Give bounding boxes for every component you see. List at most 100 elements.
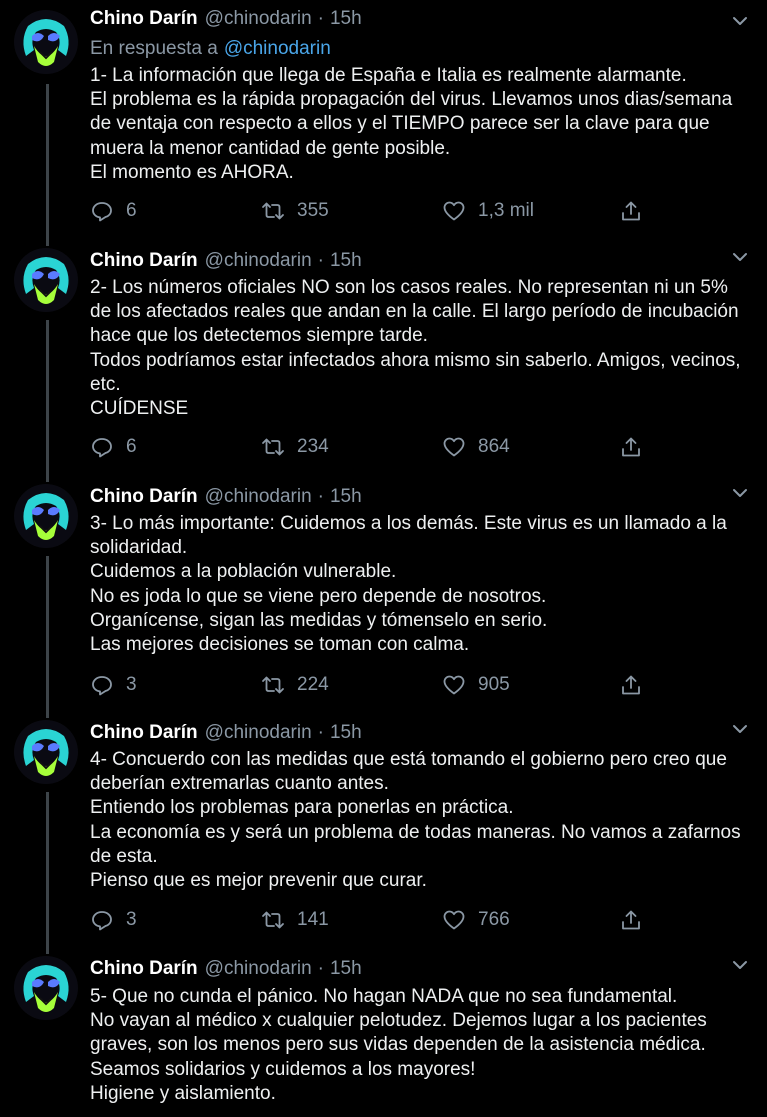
avatar[interactable] (14, 10, 78, 74)
chevron-down-icon[interactable] (731, 14, 749, 28)
separator-dot: · (317, 722, 324, 743)
heart-icon (443, 437, 465, 457)
author-name[interactable]: Chino Darín (90, 8, 198, 30)
avatar[interactable] (14, 720, 78, 784)
reply-count: 3 (126, 674, 137, 695)
share-icon (622, 201, 640, 221)
author-handle[interactable]: @chinodarin (205, 722, 312, 744)
share-button[interactable] (619, 672, 655, 698)
retweet-button[interactable]: 141 (261, 907, 329, 933)
heart-icon (443, 675, 465, 695)
share-button[interactable] (619, 907, 655, 933)
tweet[interactable]: Chino Darín @chinodarin · 15h 5- Que no … (0, 944, 767, 1117)
author-handle[interactable]: @chinodarin (205, 250, 312, 272)
chevron-down-icon[interactable] (731, 486, 749, 500)
chevron-down-icon[interactable] (731, 250, 749, 264)
heart-icon (443, 910, 465, 930)
author-name[interactable]: Chino Darín (90, 486, 198, 508)
author-name[interactable]: Chino Darín (90, 958, 198, 980)
tweet-header: Chino Darín @chinodarin · 15h (90, 8, 362, 38)
reply-icon (92, 202, 112, 222)
author-handle[interactable]: @chinodarin (205, 958, 312, 980)
timestamp[interactable]: 15h (330, 958, 362, 980)
retweet-count: 234 (297, 436, 329, 457)
tweet-text: 4- Concuerdo con las medidas que está to… (90, 749, 741, 892)
reply-button[interactable]: 6 (90, 434, 137, 460)
like-button[interactable]: 1,3 mil (442, 198, 534, 224)
reply-icon (92, 911, 112, 931)
reply-count: 3 (126, 909, 137, 930)
author-handle[interactable]: @chinodarin (205, 8, 312, 30)
reply-button[interactable]: 3 (90, 907, 137, 933)
reply-button[interactable]: 6 (90, 198, 137, 224)
separator-dot: · (317, 958, 324, 979)
reply-icon (92, 438, 112, 458)
reply-context: En respuesta a @chinodarin (90, 38, 331, 60)
retweet-icon (262, 202, 284, 220)
like-count: 864 (478, 436, 510, 457)
author-handle[interactable]: @chinodarin (205, 486, 312, 508)
retweet-icon (262, 911, 284, 929)
thread-connector (46, 708, 49, 718)
thread-connector (46, 472, 49, 482)
separator-dot: · (317, 250, 324, 271)
share-icon (622, 910, 640, 930)
chevron-down-icon[interactable] (731, 958, 749, 972)
timestamp[interactable]: 15h (330, 8, 362, 30)
separator-dot: · (317, 486, 324, 507)
chevron-down-icon[interactable] (731, 722, 749, 736)
retweet-icon (262, 676, 284, 694)
separator-dot: · (317, 8, 324, 29)
retweet-icon (262, 438, 284, 456)
thread-connector (46, 792, 49, 944)
share-icon (622, 675, 640, 695)
thread-connector (46, 320, 49, 472)
tweet[interactable]: Chino Darín @chinodarin · 15h 4- Concuer… (0, 708, 767, 944)
thread-connector (46, 236, 49, 246)
like-count: 766 (478, 909, 510, 930)
tweet[interactable]: Chino Darín @chinodarin · 15h En respues… (0, 0, 767, 236)
retweet-count: 224 (297, 674, 329, 695)
tweet-actions: 3 141 766 (90, 907, 650, 933)
timestamp[interactable]: 15h (330, 722, 362, 744)
retweet-button[interactable]: 234 (261, 434, 329, 460)
reply-label: En respuesta a (90, 38, 218, 59)
share-button[interactable] (619, 434, 655, 460)
like-button[interactable]: 864 (442, 434, 510, 460)
like-button[interactable]: 905 (442, 672, 510, 698)
thread-connector (46, 84, 49, 236)
reply-mention-link[interactable]: @chinodarin (224, 38, 331, 59)
timestamp[interactable]: 15h (330, 250, 362, 272)
tweet-text: 3- Lo más importante: Cuidemos a los dem… (90, 513, 727, 656)
like-button[interactable]: 766 (442, 907, 510, 933)
avatar[interactable] (14, 956, 78, 1020)
tweet-actions: 3 224 905 (90, 672, 650, 698)
like-count: 905 (478, 674, 510, 695)
author-name[interactable]: Chino Darín (90, 250, 198, 272)
retweet-button[interactable]: 224 (261, 672, 329, 698)
retweet-count: 141 (297, 909, 329, 930)
avatar[interactable] (14, 484, 78, 548)
tweet-text: 5- Que no cunda el pánico. No hagan NADA… (90, 986, 707, 1104)
retweet-count: 355 (297, 200, 329, 221)
tweet-actions: 6 355 1,3 mil (90, 198, 650, 224)
tweet-text: 1- La información que llega de España e … (90, 65, 733, 183)
tweet-text: 2- Los números oficiales NO son los caso… (90, 277, 741, 420)
tweet-actions: 6 234 864 (90, 434, 650, 460)
timestamp[interactable]: 15h (330, 486, 362, 508)
tweet-header: Chino Darín @chinodarin · 15h (90, 958, 362, 988)
tweet[interactable]: Chino Darín @chinodarin · 15h 2- Los núm… (0, 236, 767, 472)
tweet[interactable]: Chino Darín @chinodarin · 15h 3- Lo más … (0, 472, 767, 708)
thread-connector (46, 556, 49, 708)
author-name[interactable]: Chino Darín (90, 722, 198, 744)
retweet-button[interactable]: 355 (261, 198, 329, 224)
heart-icon (443, 201, 465, 221)
reply-icon (92, 676, 112, 696)
tweet-thread: Chino Darín @chinodarin · 15h En respues… (0, 0, 767, 1117)
avatar[interactable] (14, 248, 78, 312)
share-button[interactable] (619, 198, 655, 224)
reply-button[interactable]: 3 (90, 672, 137, 698)
thread-connector (46, 944, 49, 954)
like-count: 1,3 mil (478, 200, 534, 221)
reply-count: 6 (126, 200, 137, 221)
